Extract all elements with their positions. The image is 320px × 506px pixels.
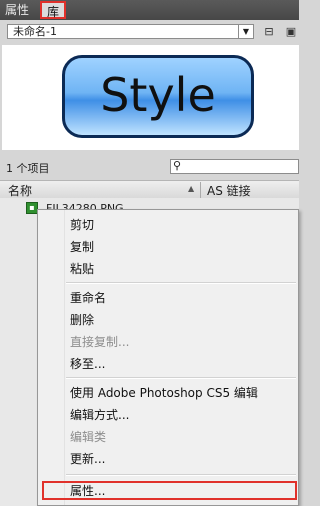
item-count: 1 个项目 bbox=[6, 162, 50, 175]
library-info-bar: 1 个项目 ⚲ bbox=[0, 156, 299, 178]
menu-item-paste[interactable]: 粘贴 bbox=[70, 259, 94, 279]
tab-properties[interactable]: 属性 bbox=[5, 0, 29, 20]
tab-library[interactable]: 库 bbox=[40, 1, 66, 19]
menu-item-edit-photoshop[interactable]: 使用 Adobe Photoshop CS5 编辑 bbox=[70, 383, 258, 403]
column-as-linkage[interactable]: AS 链接 bbox=[200, 182, 251, 199]
sort-asc-icon[interactable]: ▲ bbox=[188, 184, 194, 193]
menu-separator bbox=[66, 474, 296, 476]
menu-item-edit-class: 编辑类 bbox=[70, 430, 107, 444]
library-toolbar: 未命名-1 ▼ ⊟ ▣ bbox=[0, 20, 299, 44]
menu-item-edit-with[interactable]: 编辑方式... bbox=[70, 405, 129, 425]
menu-item-duplicate: 直接复制... bbox=[70, 335, 130, 349]
menu-separator bbox=[66, 377, 296, 379]
document-select-value: 未命名-1 bbox=[13, 25, 57, 38]
search-input[interactable]: ⚲ bbox=[170, 159, 299, 174]
preview-button-graphic: Style bbox=[62, 55, 254, 138]
document-select[interactable]: 未命名-1 ▼ bbox=[7, 24, 254, 39]
menu-item-rename[interactable]: 重命名 bbox=[70, 288, 106, 308]
menu-item-update[interactable]: 更新... bbox=[70, 449, 105, 469]
search-icon: ⚲ bbox=[173, 159, 182, 172]
pin-icon[interactable]: ⊟ bbox=[262, 25, 276, 39]
column-name[interactable]: 名称 bbox=[8, 182, 32, 199]
menu-item-cut[interactable]: 剪切 bbox=[70, 215, 94, 235]
menu-gutter bbox=[64, 210, 65, 505]
context-menu: 剪切 复制 粘贴 重命名 删除 直接复制... 移至... 使用 Adobe P… bbox=[37, 209, 299, 506]
highlight-box bbox=[42, 481, 297, 500]
symbol-preview: Style bbox=[2, 45, 299, 150]
panel-tab-bar: 属性 库 bbox=[0, 0, 299, 20]
new-library-icon[interactable]: ▣ bbox=[284, 25, 298, 39]
menu-item-move-to[interactable]: 移至... bbox=[70, 354, 105, 374]
preview-button-text: Style bbox=[100, 68, 216, 122]
menu-item-copy[interactable]: 复制 bbox=[70, 237, 94, 257]
list-header: 名称 ▲ AS 链接 bbox=[0, 180, 299, 199]
chevron-down-icon[interactable]: ▼ bbox=[238, 25, 253, 38]
menu-item-delete[interactable]: 删除 bbox=[70, 310, 94, 330]
menu-separator bbox=[66, 282, 296, 284]
